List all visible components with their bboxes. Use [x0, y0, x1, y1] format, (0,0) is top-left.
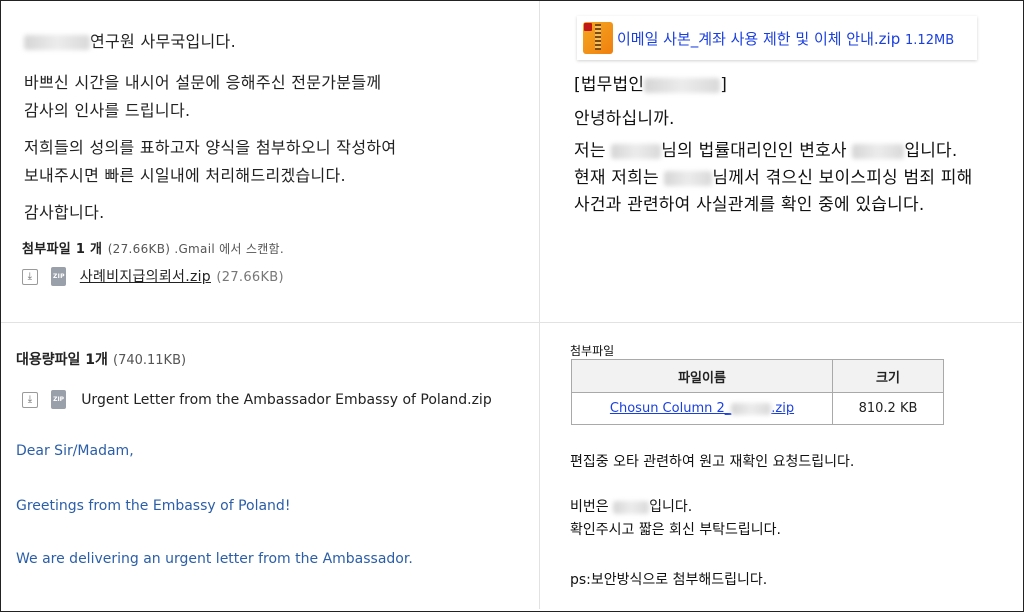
body-line-2-a: 현재 저희는: [574, 168, 659, 188]
attachment-title: 대용량파일 1개: [16, 352, 108, 368]
download-icon[interactable]: ⤓: [22, 268, 38, 285]
attachment-meta: (27.66KB) .Gmail 에서 스캔함.: [107, 242, 285, 256]
body-line: We are delivering an urgent letter from …: [16, 551, 413, 567]
attachment-header: 대용량파일 1개 (740.11KB): [16, 349, 186, 369]
attachment-header: 첨부파일 1 개 (27.66KB) .Gmail 에서 스캔함.: [22, 238, 284, 257]
email-panel-lawfirm: 이메일 사본_계좌 사용 제한 및 이체 안내.zip 1.12MB [법무법인…: [540, 0, 1023, 322]
redacted-password: [613, 500, 650, 514]
attachment-label: 첨부파일: [570, 344, 615, 358]
body-line-1-b: 님의 법률대리인인 변호사: [661, 141, 847, 161]
zip-file-icon: ZIP: [51, 390, 67, 409]
closing-line: 감사합니다.: [24, 203, 105, 222]
greeting-line: Greetings from the Embassy of Poland!: [16, 498, 291, 514]
firm-suffix: ]: [720, 75, 728, 95]
zip-attachment-size: 1.12MB: [905, 33, 955, 48]
file-link[interactable]: Chosun Column 2_ .zip: [610, 401, 794, 416]
body-line-2: 감사의 인사를 드립니다.: [24, 101, 191, 120]
body-line-2: 현재 저희는 님께서 겪으신 보이스피싱 범죄 피해: [574, 163, 972, 188]
attachment-size: (27.66KB): [216, 270, 284, 285]
firm-line: [법무법인]: [574, 70, 727, 95]
attachment-row[interactable]: ⤓ ZIP Urgent Letter from the Ambassador …: [22, 389, 492, 409]
body-line-1-a: 저는: [574, 141, 606, 161]
redacted-lawyer-name: [852, 143, 905, 159]
body-line-3: 저희들의 성의를 표하고자 양식을 첨부하오니 작성하여: [24, 138, 397, 157]
greeting-line: 연구원 사무국입니다.: [24, 28, 236, 52]
password-suffix: 입니다.: [649, 499, 693, 515]
attachment-table: 파일이름 크기 Chosun Column 2_ .zip 810.2 KB: [571, 359, 944, 425]
attachment-link[interactable]: 사례비지급의뢰서.zip: [80, 269, 211, 285]
password-line: 비번은 입니다.: [570, 496, 692, 516]
hello-line: 안녕하십니까.: [574, 109, 675, 129]
greeting-text: 연구원 사무국입니다.: [90, 32, 236, 51]
salutation-line: Dear Sir/Madam,: [16, 443, 134, 459]
ps-line: ps:보안방식으로 첨부해드립니다.: [570, 572, 768, 588]
firm-prefix: [법무법인: [574, 75, 645, 95]
table-row: Chosun Column 2_ .zip 810.2 KB: [571, 392, 944, 425]
attachment-link[interactable]: Urgent Letter from the Ambassador Embass…: [81, 392, 492, 408]
body-line-2-b: 님께서 겪으신 보이스피싱 범죄 피해: [712, 168, 973, 188]
body-line-1: 저는 님의 법률대리인인 변호사 입니다.: [574, 136, 957, 161]
zip-file-icon: ZIP: [51, 267, 67, 286]
redacted-file-part: [731, 402, 772, 415]
redacted-client-name-2: [664, 170, 713, 186]
attachment-size: (740.11KB): [113, 353, 187, 368]
zip-attachment-name[interactable]: 이메일 사본_계좌 사용 제한 및 이체 안내.zip: [617, 30, 900, 48]
zip-archive-icon: [583, 22, 613, 54]
email-panel-survey: 연구원 사무국입니다. 바쁘신 시간을 내시어 설문에 응해주신 전문가분들께 …: [0, 0, 539, 322]
attachment-title: 첨부파일 1 개: [22, 242, 103, 257]
file-name-suffix[interactable]: .zip: [771, 401, 794, 416]
redacted-firm-name: [644, 77, 721, 93]
file-size-cell: 810.2 KB: [832, 392, 944, 425]
redacted-client-name: [611, 143, 662, 159]
table-header-row: 파일이름 크기: [571, 359, 944, 393]
redacted-org-name: [24, 35, 90, 50]
body-line-3: 확인주시고 짧은 회신 부탁드립니다.: [570, 522, 781, 538]
attachment-row[interactable]: ⤓ ZIP 사례비지급의뢰서.zip (27.66KB): [22, 266, 284, 286]
email-panel-chosun: 첨부파일 파일이름 크기 Chosun Column 2_ .zip 810.2 …: [540, 323, 1023, 611]
email-panel-embassy: 대용량파일 1개 (740.11KB) ⤓ ZIP Urgent Letter …: [0, 323, 539, 611]
file-name-cell[interactable]: Chosun Column 2_ .zip: [571, 392, 833, 425]
body-line-4: 보내주시면 빠른 시일내에 처리해드리겠습니다.: [24, 166, 346, 185]
body-line-1: 바쁘신 시간을 내시어 설문에 응해주신 전문가분들께: [24, 73, 382, 92]
column-header-filename: 파일이름: [571, 359, 833, 393]
body-line-3: 사건과 관련하여 사실관계를 확인 중에 있습니다.: [574, 195, 925, 215]
zip-attachment-bar[interactable]: 이메일 사본_계좌 사용 제한 및 이체 안내.zip 1.12MB: [577, 16, 977, 60]
password-prefix: 비번은: [570, 499, 609, 515]
body-line-1: 편집중 오타 관련하여 원고 재확인 요청드립니다.: [570, 454, 855, 470]
file-name-prefix[interactable]: Chosun Column 2_: [610, 401, 731, 416]
column-header-size: 크기: [832, 359, 944, 393]
zip-attachment-label[interactable]: 이메일 사본_계좌 사용 제한 및 이체 안내.zip 1.12MB: [617, 28, 954, 49]
body-line-1-c: 입니다.: [904, 141, 958, 161]
download-icon[interactable]: ⤓: [22, 391, 38, 408]
